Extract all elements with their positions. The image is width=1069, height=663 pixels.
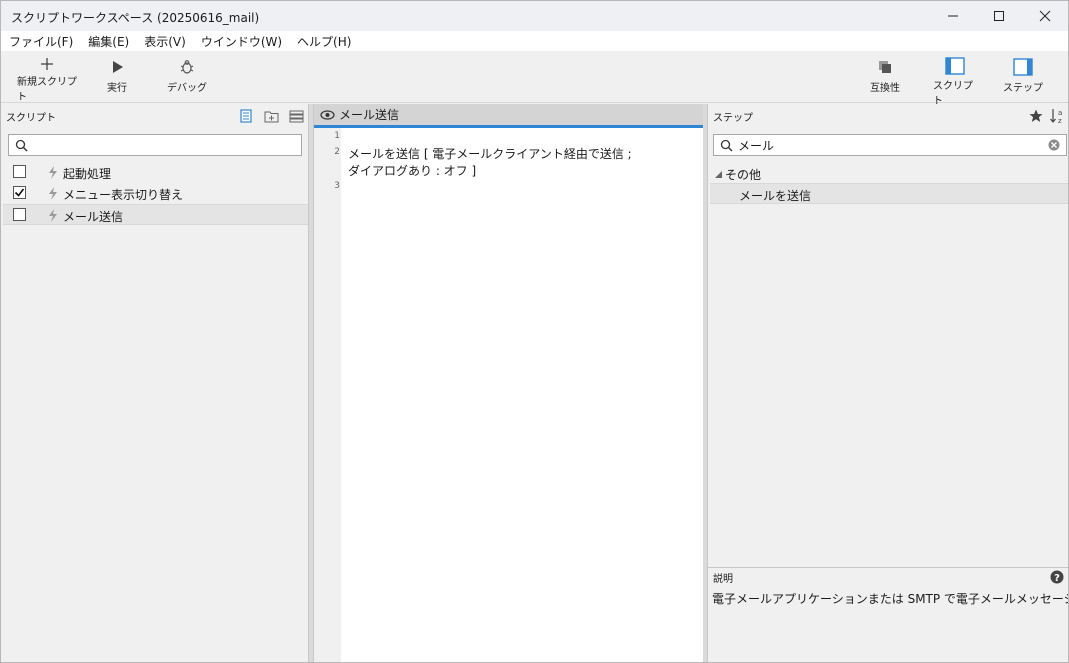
run-button[interactable]: 実行 (101, 57, 133, 99)
title-bar: スクリプトワークスペース (20250616_mail) (1, 1, 1068, 31)
bug-icon (180, 60, 194, 74)
menu-view[interactable]: 表示(V) (144, 33, 186, 50)
list-view-icon[interactable] (289, 109, 304, 126)
checkmark-icon (14, 188, 25, 197)
debug-label: デバッグ (167, 83, 207, 94)
steps-panel: ステップ az メール その他 メールを送信 説明 ? 電子メールアプリケーショ… (707, 104, 1068, 662)
step-pane-label: ステップ (1003, 83, 1043, 94)
compatibility-button[interactable]: 互換性 (865, 57, 905, 99)
editor-tab-label: メール送信 (339, 108, 400, 122)
step-category-label: その他 (725, 168, 762, 182)
collapse-triangle-icon (715, 171, 722, 178)
line-gutter: 1 2 3 (314, 128, 341, 662)
menu-help[interactable]: ヘルプ(H) (297, 33, 351, 50)
menu-file[interactable]: ファイル(F) (9, 33, 73, 50)
eye-icon (320, 109, 335, 120)
script-checkbox[interactable] (13, 165, 26, 178)
steps-panel-header: ステップ (708, 104, 1068, 128)
script-checkbox[interactable] (13, 208, 26, 221)
compatibility-label: 互換性 (870, 83, 900, 94)
menu-bar: ファイル(F) 編集(E) 表示(V) ウインドウ(W) ヘルプ(H) (1, 31, 1068, 51)
line-number: 2 (334, 147, 340, 157)
steps-search-input[interactable]: メール (713, 134, 1067, 156)
description-title: 説明 (713, 574, 733, 585)
run-label: 実行 (107, 83, 127, 94)
minimize-button[interactable] (930, 1, 976, 31)
script-step-line[interactable]: メールを送信 [ 電子メールクライアント経由で送信 ; (348, 145, 632, 162)
script-icon (49, 209, 57, 222)
clear-search-icon[interactable] (1048, 139, 1060, 151)
svg-text:z: z (1058, 117, 1062, 124)
compatibility-icon (879, 61, 891, 73)
step-category-other[interactable]: その他 (714, 166, 761, 183)
maximize-icon (994, 11, 1004, 21)
script-item-label: 起動処理 (63, 167, 112, 181)
script-item-label: メール送信 (63, 210, 124, 224)
sort-az-icon[interactable]: az (1050, 107, 1066, 127)
new-script-button[interactable]: 新規スクリプト (17, 57, 77, 103)
script-icon (49, 166, 57, 179)
minimize-icon (948, 15, 958, 17)
favorites-star-icon[interactable] (1029, 109, 1043, 126)
scripts-search-input[interactable] (8, 134, 302, 156)
maximize-button[interactable] (976, 1, 1022, 31)
close-icon (1039, 10, 1051, 22)
new-folder-icon[interactable] (264, 109, 279, 126)
line-number: 3 (334, 181, 340, 191)
script-item-send-mail[interactable]: メール送信 (3, 204, 308, 225)
step-item-label: メールを送信 (739, 189, 812, 203)
scripts-panel-header: スクリプト (1, 104, 308, 128)
toolbar: 新規スクリプト 実行 デバッグ 互換性 スクリプト ステップ (1, 51, 1068, 107)
description-header: 説明 (708, 567, 1068, 587)
search-icon (15, 139, 28, 151)
script-editor: メール送信 1 2 3 メールを送信 [ 電子メールクライアント経由で送信 ; … (313, 104, 704, 662)
notes-icon[interactable] (239, 109, 253, 126)
window-title: スクリプトワークスペース (20250616_mail) (11, 11, 260, 25)
script-icon (49, 187, 57, 200)
steps-search-value: メール (738, 138, 775, 153)
script-checkbox-checked[interactable] (13, 186, 26, 199)
script-step-continuation[interactable]: ダイアログあり : オフ ] (348, 162, 476, 179)
step-item-send-mail[interactable]: メールを送信 (710, 183, 1068, 204)
new-script-label: 新規スクリプト (17, 77, 77, 103)
script-pane-label: スクリプト (933, 81, 973, 107)
scripts-panel: スクリプト 起動処理 メニュー表示切り替え メール送信 (1, 104, 309, 662)
script-pane-toggle[interactable]: スクリプト (933, 57, 977, 107)
svg-text:?: ? (1054, 573, 1060, 584)
menu-window[interactable]: ウインドウ(W) (201, 33, 282, 50)
script-workspace-window: スクリプトワークスペース (20250616_mail) ファイル(F) 編集(… (0, 0, 1069, 663)
line-number: 1 (334, 131, 340, 141)
script-item-startup[interactable]: 起動処理 (3, 162, 308, 183)
editor-tab[interactable]: メール送信 (314, 104, 703, 128)
description-text: 電子メールアプリケーションまたは SMTP で電子メールメッセージを送信します。 (712, 592, 1068, 606)
script-item-menu-toggle[interactable]: メニュー表示切り替え (3, 183, 308, 204)
play-icon (113, 61, 123, 73)
close-button[interactable] (1022, 1, 1068, 31)
search-icon (720, 139, 733, 151)
step-pane-toggle[interactable]: ステップ (1003, 57, 1043, 99)
scripts-panel-title: スクリプト (6, 112, 56, 124)
menu-edit[interactable]: 編集(E) (88, 33, 129, 50)
right-panel-icon (1013, 58, 1033, 76)
help-icon[interactable]: ? (1050, 570, 1064, 587)
steps-panel-title: ステップ (713, 112, 753, 124)
debug-button[interactable]: デバッグ (167, 57, 207, 99)
script-item-label: メニュー表示切り替え (63, 188, 184, 202)
svg-text:a: a (1058, 109, 1062, 117)
plus-icon (41, 58, 53, 70)
left-panel-icon (945, 57, 965, 75)
